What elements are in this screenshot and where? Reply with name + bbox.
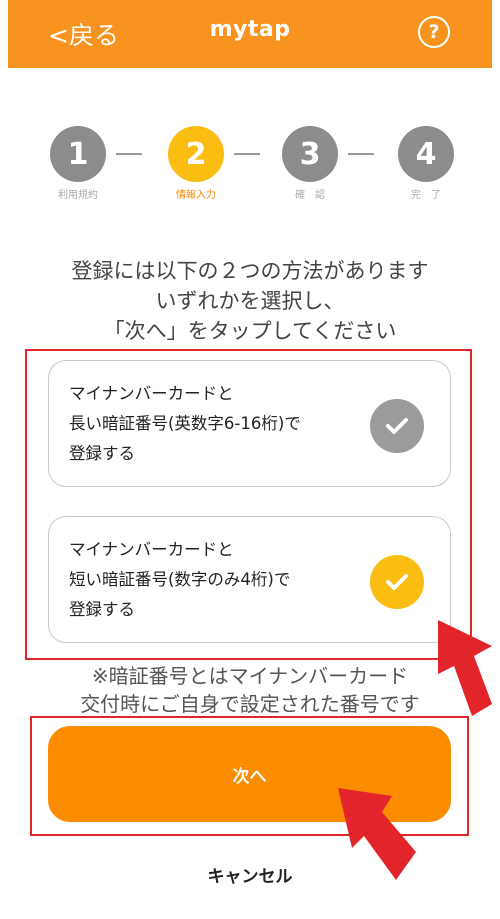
progress-stepper: 1 2 3 4 利用規約 情報入力 確 認 完 了 — [0, 124, 500, 214]
step-4-circle: 4 — [398, 126, 454, 182]
instructions-line-3: 「次へ」をタップしてください — [103, 319, 397, 343]
step-connector — [116, 153, 142, 155]
pin-note-line-1: ※暗証番号とはマイナンバーカード — [91, 664, 409, 688]
check-icon — [370, 399, 424, 453]
step-3-circle: 3 — [282, 126, 338, 182]
option-line: 登録する — [69, 600, 135, 619]
step-3-label: 確 認 — [295, 190, 325, 201]
step-1-label: 利用規約 — [58, 190, 98, 201]
step-2-circle: 2 — [168, 126, 224, 182]
option-long-pin-text: マイナンバーカードと 長い暗証番号(英数字6-16桁)で 登録する — [69, 379, 301, 469]
option-line: マイナンバーカードと — [69, 384, 234, 403]
pin-note-line-2: 交付時にご自身で設定された番号です — [80, 692, 420, 716]
option-short-pin[interactable]: マイナンバーカードと 短い暗証番号(数字のみ4桁)で 登録する — [48, 516, 451, 643]
step-connector — [234, 153, 260, 155]
step-2-label: 情報入力 — [176, 190, 216, 201]
instructions-text: 登録には以下の２つの方法があります いずれかを選択し、 「次へ」をタップしてくだ… — [0, 256, 500, 346]
option-line: 長い暗証番号(英数字6-16桁)で — [69, 414, 301, 433]
option-long-pin[interactable]: マイナンバーカードと 長い暗証番号(英数字6-16桁)で 登録する — [48, 360, 451, 487]
option-short-pin-text: マイナンバーカードと 短い暗証番号(数字のみ4桁)で 登録する — [69, 535, 290, 625]
app-header: <戻る mytap ? — [8, 0, 492, 68]
instructions-line-1: 登録には以下の２つの方法があります — [71, 259, 429, 283]
instructions-line-2: いずれかを選択し、 — [155, 289, 345, 313]
option-line: マイナンバーカードと — [69, 540, 234, 559]
cancel-link[interactable]: キャンセル — [0, 862, 500, 887]
check-selected-icon — [370, 555, 424, 609]
help-icon[interactable]: ? — [418, 16, 450, 48]
step-1-circle: 1 — [50, 126, 106, 182]
back-button[interactable]: <戻る — [48, 16, 119, 52]
pin-note: ※暗証番号とはマイナンバーカード 交付時にご自身で設定された番号です — [0, 662, 500, 718]
step-4-label: 完 了 — [411, 190, 441, 201]
option-line: 短い暗証番号(数字のみ4桁)で — [69, 570, 291, 589]
step-connector — [348, 153, 374, 155]
option-line: 登録する — [69, 444, 135, 463]
